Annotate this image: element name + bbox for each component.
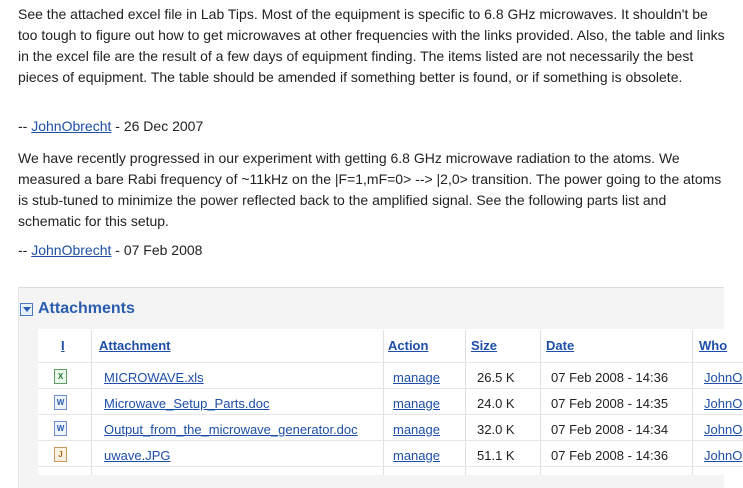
row-divider (38, 362, 743, 363)
signature-date: - 26 Dec 2007 (111, 118, 204, 134)
row-divider (38, 440, 743, 441)
upload-date: 07 Feb 2008 - 14:34 (551, 422, 669, 437)
file-size: 26.5 K (477, 370, 515, 385)
row-divider (38, 388, 743, 389)
header-action-sort[interactable]: Action (388, 330, 428, 362)
row-divider (38, 466, 743, 467)
word-file-icon: W (54, 395, 67, 410)
manage-link[interactable]: manage (393, 370, 440, 386)
column-divider (692, 330, 693, 475)
image-file-icon: J (54, 447, 67, 462)
header-icon-sort[interactable]: I (61, 330, 65, 362)
attachment-link[interactable]: Output_from_the_microwave_generator.doc (104, 422, 358, 438)
attachment-link[interactable]: uwave.JPG (104, 448, 170, 464)
signature-2: -- JohnObrecht - 07 Feb 2008 (18, 240, 202, 260)
attachment-link[interactable]: Microwave_Setup_Parts.doc (104, 396, 269, 412)
signature-prefix: -- (18, 242, 32, 258)
header-date-sort[interactable]: Date (546, 330, 574, 362)
header-attachment-sort[interactable]: Attachment (99, 330, 171, 362)
row-divider (38, 414, 743, 415)
manage-link[interactable]: manage (393, 422, 440, 438)
attachments-title[interactable]: Attachments (38, 300, 135, 318)
upload-date: 07 Feb 2008 - 14:36 (551, 370, 669, 385)
paragraph-progress: We have recently progressed in our exper… (18, 150, 722, 229)
attachment-link[interactable]: MICROWAVE.xls (104, 370, 204, 386)
word-file-icon: W (54, 421, 67, 436)
column-divider (91, 330, 92, 475)
upload-date: 07 Feb 2008 - 14:35 (551, 396, 669, 411)
header-size-sort[interactable]: Size (471, 330, 497, 362)
who-user-link[interactable]: JohnO (704, 370, 742, 386)
attachments-header: Attachments (20, 300, 135, 318)
header-who-sort[interactable]: Who (699, 330, 727, 362)
column-divider (540, 330, 541, 475)
who-user-link[interactable]: JohnO (704, 422, 742, 438)
collapse-toggle-icon[interactable] (20, 302, 33, 316)
column-divider (465, 330, 466, 475)
signature-prefix: -- (18, 118, 32, 134)
who-user-link[interactable]: JohnO (704, 448, 742, 464)
signature-1: -- JohnObrecht - 26 Dec 2007 (18, 116, 203, 136)
paragraph-lab-tips: See the attached excel file in Lab Tips.… (18, 6, 725, 85)
user-link-johnobrecht[interactable]: JohnObrecht (31, 242, 111, 258)
manage-link[interactable]: manage (393, 396, 440, 412)
file-size: 51.1 K (477, 448, 515, 463)
excel-file-icon: X (54, 369, 67, 384)
signature-date: - 07 Feb 2008 (111, 242, 203, 258)
column-divider (383, 330, 384, 475)
file-size: 24.0 K (477, 396, 515, 411)
user-link-johnobrecht[interactable]: JohnObrecht (31, 118, 111, 134)
upload-date: 07 Feb 2008 - 14:36 (551, 448, 669, 463)
who-user-link[interactable]: JohnO (704, 396, 742, 412)
file-size: 32.0 K (477, 422, 515, 437)
manage-link[interactable]: manage (393, 448, 440, 464)
